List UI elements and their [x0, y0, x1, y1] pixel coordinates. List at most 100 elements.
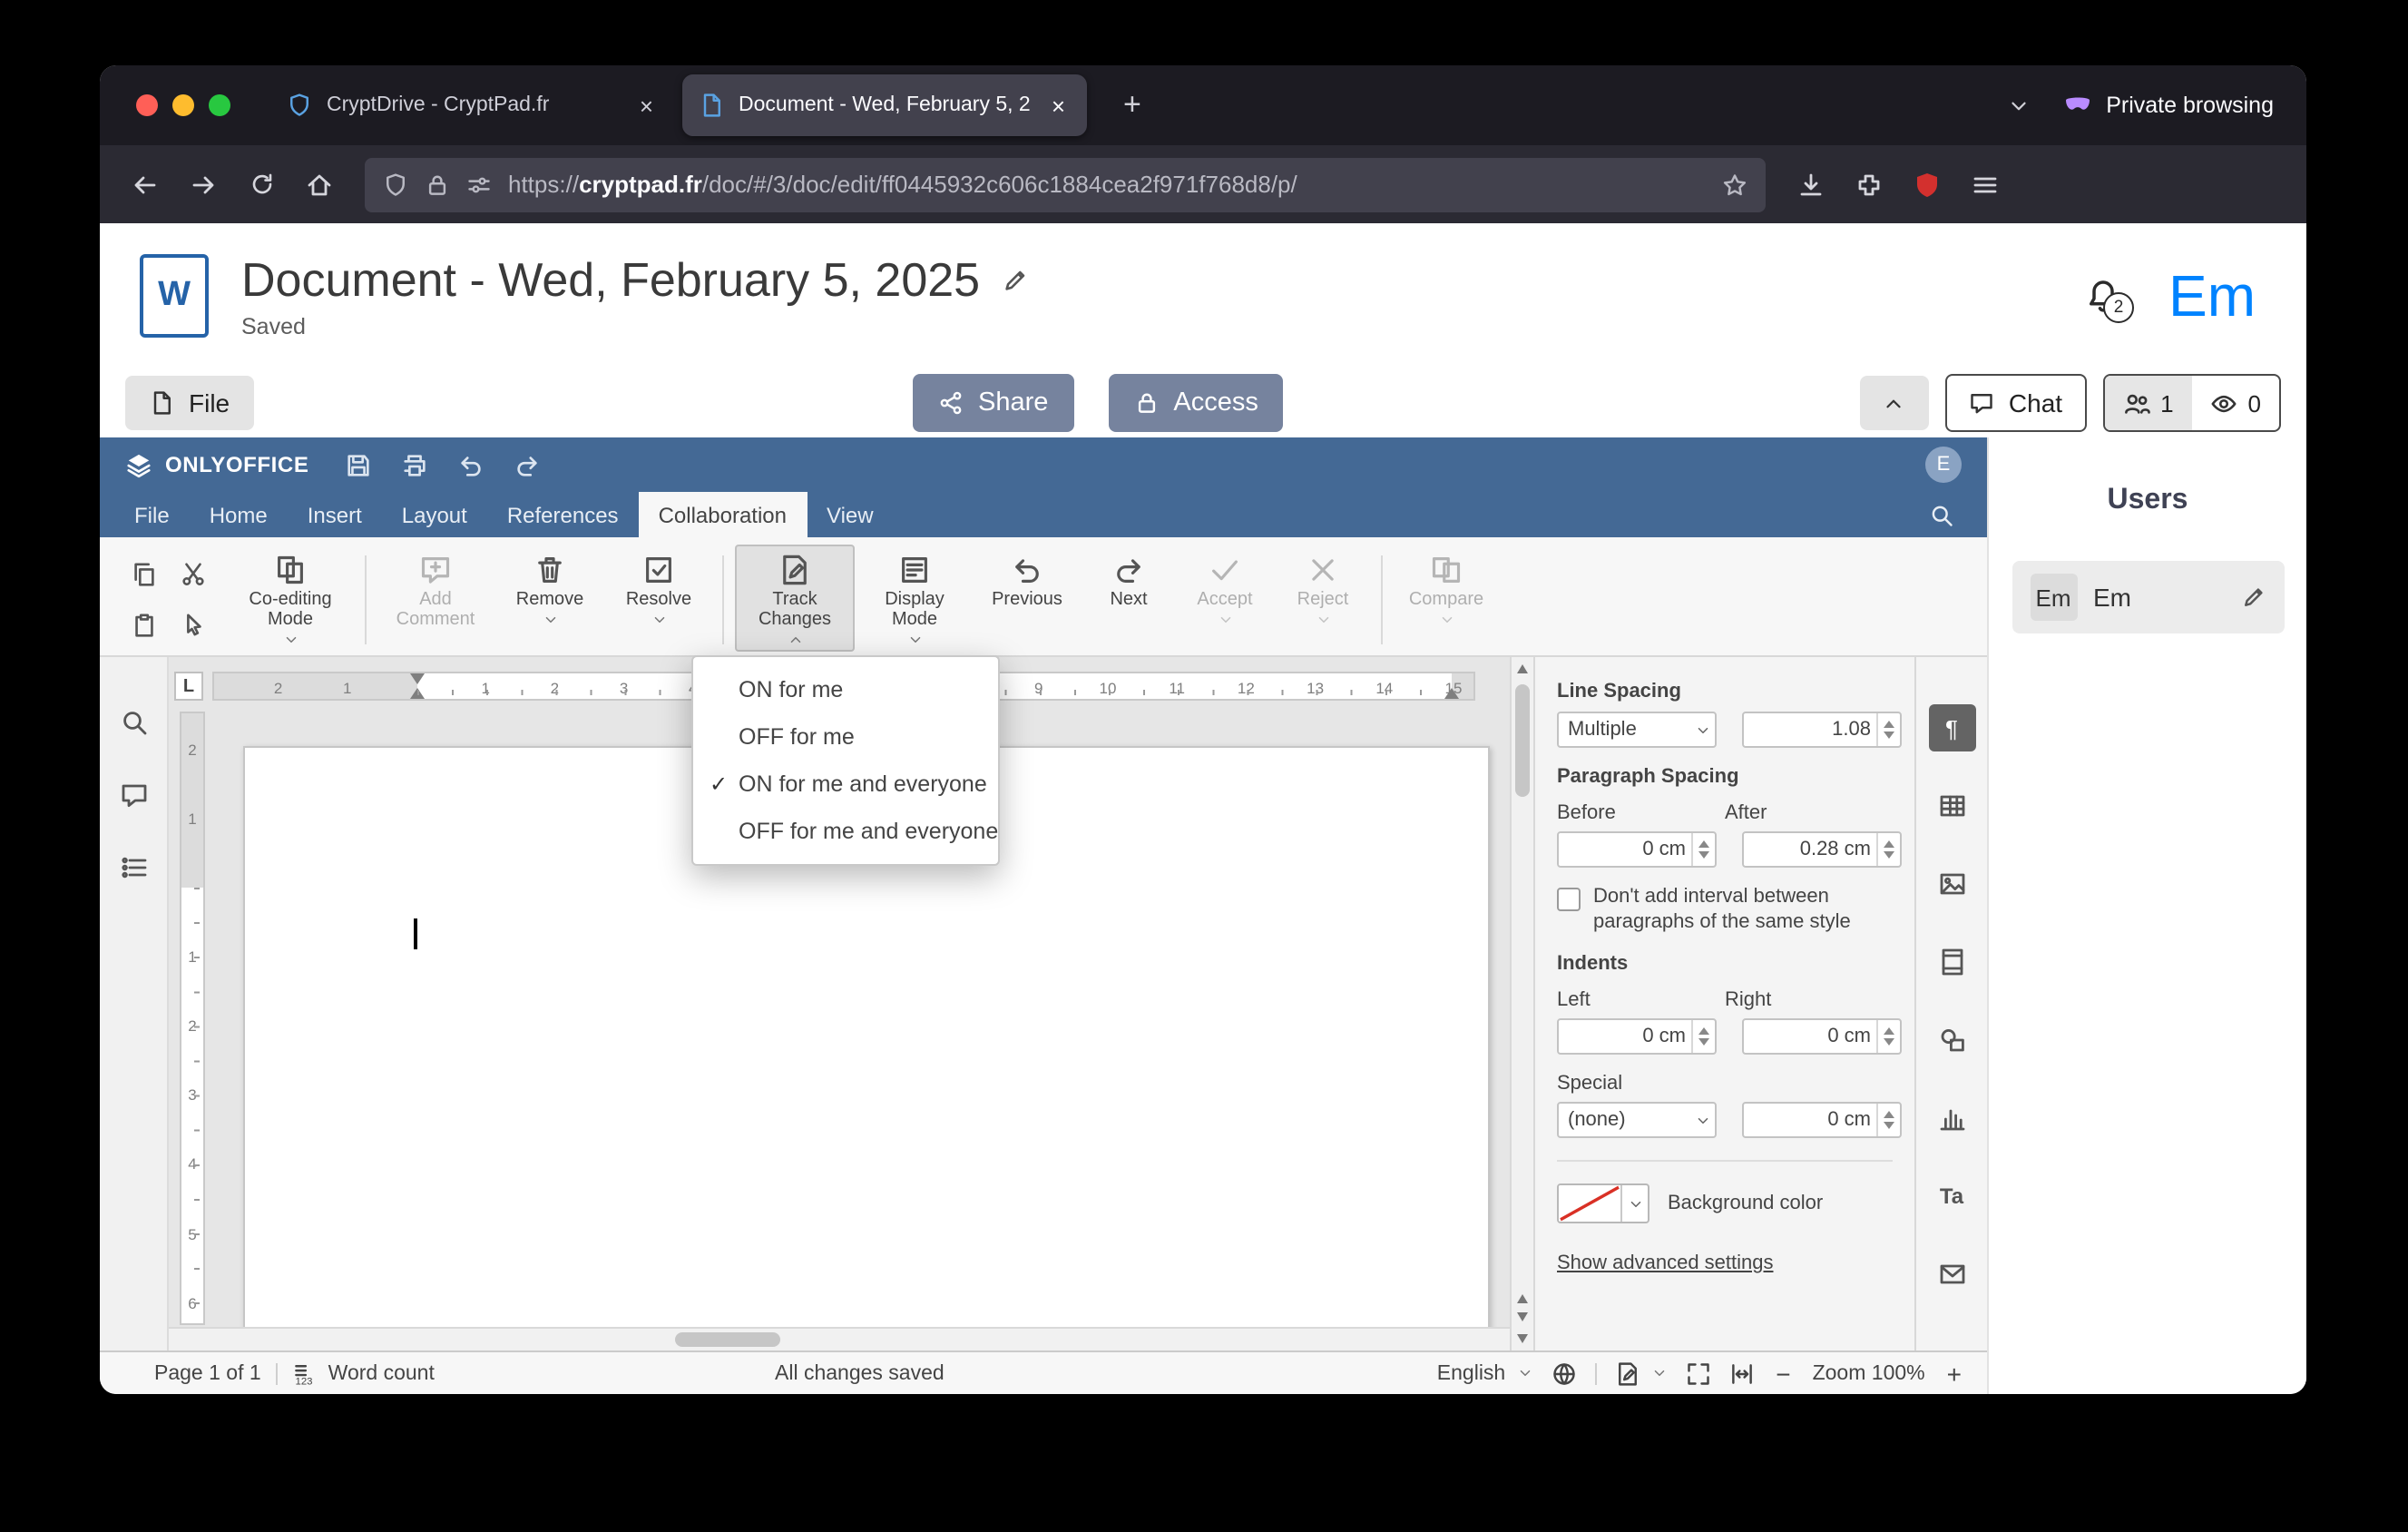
indent-right-spinner[interactable]: 0 cm [1742, 1018, 1902, 1055]
chart-settings-tab[interactable] [1928, 1095, 1975, 1142]
compare-button[interactable]: Compare [1394, 545, 1499, 632]
track-changes-button[interactable]: Track Changes [735, 545, 855, 652]
zoom-in-button[interactable]: + [1943, 1359, 1965, 1388]
spellcheck-globe-icon[interactable] [1551, 1360, 1576, 1386]
back-button[interactable] [118, 157, 172, 211]
collapse-toolbar-button[interactable] [1859, 376, 1929, 430]
oo-tab-references[interactable]: References [487, 492, 639, 537]
table-settings-tab[interactable] [1928, 782, 1975, 830]
share-button[interactable]: Share [913, 374, 1074, 432]
presence-indicator[interactable]: 1 0 [2102, 374, 2281, 432]
oo-user-avatar[interactable]: E [1925, 447, 1962, 483]
horizontal-scroll-thumb[interactable] [675, 1332, 780, 1347]
access-button[interactable]: Access [1108, 374, 1284, 432]
coediting-mode-button[interactable]: Co-editing Mode [227, 545, 354, 652]
shape-settings-tab[interactable] [1928, 1016, 1975, 1064]
next-page-arrow[interactable] [1517, 1312, 1528, 1321]
fit-to-width-icon[interactable] [1728, 1360, 1754, 1386]
print-icon[interactable] [401, 451, 428, 478]
zoom-window-button[interactable] [209, 94, 230, 116]
permissions-sliders-icon[interactable] [466, 172, 492, 197]
bookmark-star-icon[interactable] [1722, 172, 1747, 197]
home-button[interactable] [292, 157, 347, 211]
right-indent-marker[interactable] [1444, 688, 1458, 699]
user-avatar[interactable]: Em [2168, 262, 2256, 329]
reject-change-button[interactable]: Reject [1276, 545, 1370, 632]
edit-title-pencil-icon[interactable] [1002, 267, 1029, 294]
tab-stop-selector[interactable]: L [174, 672, 203, 701]
chat-button[interactable]: Chat [1944, 374, 2087, 432]
ublock-origin-button[interactable] [1900, 157, 1954, 211]
app-menu-button[interactable] [1958, 157, 2012, 211]
indent-left-spinner[interactable]: 0 cm [1557, 1018, 1717, 1055]
undo-icon[interactable] [457, 451, 485, 478]
comments-panel-icon[interactable] [119, 781, 148, 810]
find-icon[interactable] [119, 708, 148, 737]
close-tab-icon[interactable]: × [634, 90, 659, 121]
downloads-button[interactable] [1784, 157, 1838, 211]
tab-document[interactable]: Document - Wed, February 5, 2 × [682, 74, 1087, 136]
first-line-indent-marker[interactable] [409, 673, 424, 684]
oo-tab-layout[interactable]: Layout [382, 492, 487, 537]
reload-button[interactable] [234, 157, 289, 211]
accept-change-button[interactable]: Accept [1178, 545, 1272, 632]
vertical-scrollbar[interactable] [1510, 657, 1533, 1350]
search-button[interactable] [1911, 492, 1972, 537]
oo-tab-view[interactable]: View [807, 492, 894, 537]
special-indent-select[interactable]: (none) [1557, 1102, 1717, 1138]
select-all-button[interactable] [171, 601, 216, 648]
special-amount-spinner[interactable]: 0 cm [1742, 1102, 1902, 1138]
track-menu-item[interactable]: OFF for me [693, 713, 998, 761]
previous-page-arrow[interactable] [1517, 1294, 1528, 1303]
spacing-before-spinner[interactable]: 0 cm [1557, 831, 1717, 868]
spacing-after-spinner[interactable]: 0.28 cm [1742, 831, 1902, 868]
show-advanced-settings-link[interactable]: Show advanced settings [1557, 1252, 1774, 1274]
extensions-button[interactable] [1842, 157, 1896, 211]
paragraph-settings-tab[interactable]: ¶ [1928, 704, 1975, 751]
save-icon[interactable] [345, 451, 372, 478]
scroll-up-arrow[interactable] [1517, 664, 1528, 673]
forward-button[interactable] [176, 157, 230, 211]
oo-tab-collaboration[interactable]: Collaboration [638, 492, 807, 537]
cut-button[interactable] [171, 550, 216, 597]
copy-button[interactable] [122, 550, 167, 597]
lock-icon[interactable] [425, 172, 450, 197]
address-bar[interactable]: https://cryptpad.fr/doc/#/3/doc/edit/ff0… [365, 157, 1766, 211]
notifications-bell-icon[interactable]: 2 [2085, 278, 2134, 323]
track-menu-item[interactable]: OFF for me and everyone [693, 808, 998, 855]
close-tab-icon[interactable]: × [1046, 90, 1071, 121]
fit-to-page-icon[interactable] [1685, 1360, 1710, 1386]
vertical-scroll-thumb[interactable] [1515, 684, 1530, 797]
swatch-chevron-icon[interactable] [1620, 1185, 1648, 1222]
navigation-outline-icon[interactable] [119, 853, 148, 882]
redo-icon[interactable] [514, 451, 541, 478]
previous-change-button[interactable]: Previous [974, 545, 1080, 614]
track-menu-item[interactable]: ON for me [693, 666, 998, 713]
oo-tab-file[interactable]: File [114, 492, 190, 537]
image-settings-tab[interactable] [1928, 860, 1975, 908]
track-changes-status-button[interactable] [1614, 1360, 1667, 1386]
left-indent-marker[interactable] [409, 688, 424, 699]
scroll-down-arrow[interactable] [1517, 1334, 1528, 1343]
list-all-tabs-icon[interactable] [2006, 93, 2030, 117]
background-color-button[interactable] [1557, 1183, 1649, 1223]
file-button[interactable]: File [125, 376, 254, 430]
header-footer-settings-tab[interactable] [1928, 938, 1975, 986]
mail-merge-tab[interactable] [1928, 1251, 1975, 1298]
line-spacing-select[interactable]: Multiple [1557, 712, 1717, 748]
edit-user-name-pencil-icon[interactable] [2240, 584, 2266, 610]
oo-tab-home[interactable]: Home [190, 492, 288, 537]
add-comment-button[interactable]: Add Comment [377, 545, 494, 633]
language-selector[interactable]: English [1437, 1362, 1532, 1384]
remove-comment-button[interactable]: Remove [497, 545, 602, 632]
track-menu-item[interactable]: ✓ ON for me and everyone [693, 761, 998, 808]
zoom-out-button[interactable]: − [1772, 1359, 1794, 1388]
minimize-window-button[interactable] [172, 94, 194, 116]
interval-checkbox[interactable] [1557, 888, 1581, 911]
close-window-button[interactable] [136, 94, 158, 116]
tab-cryptdrive[interactable]: CryptDrive - CryptPad.fr × [270, 74, 675, 136]
horizontal-scrollbar[interactable] [169, 1327, 1510, 1350]
line-spacing-amount-spinner[interactable]: 1.08 [1742, 712, 1902, 748]
oo-tab-insert[interactable]: Insert [288, 492, 382, 537]
next-change-button[interactable]: Next [1083, 545, 1174, 614]
